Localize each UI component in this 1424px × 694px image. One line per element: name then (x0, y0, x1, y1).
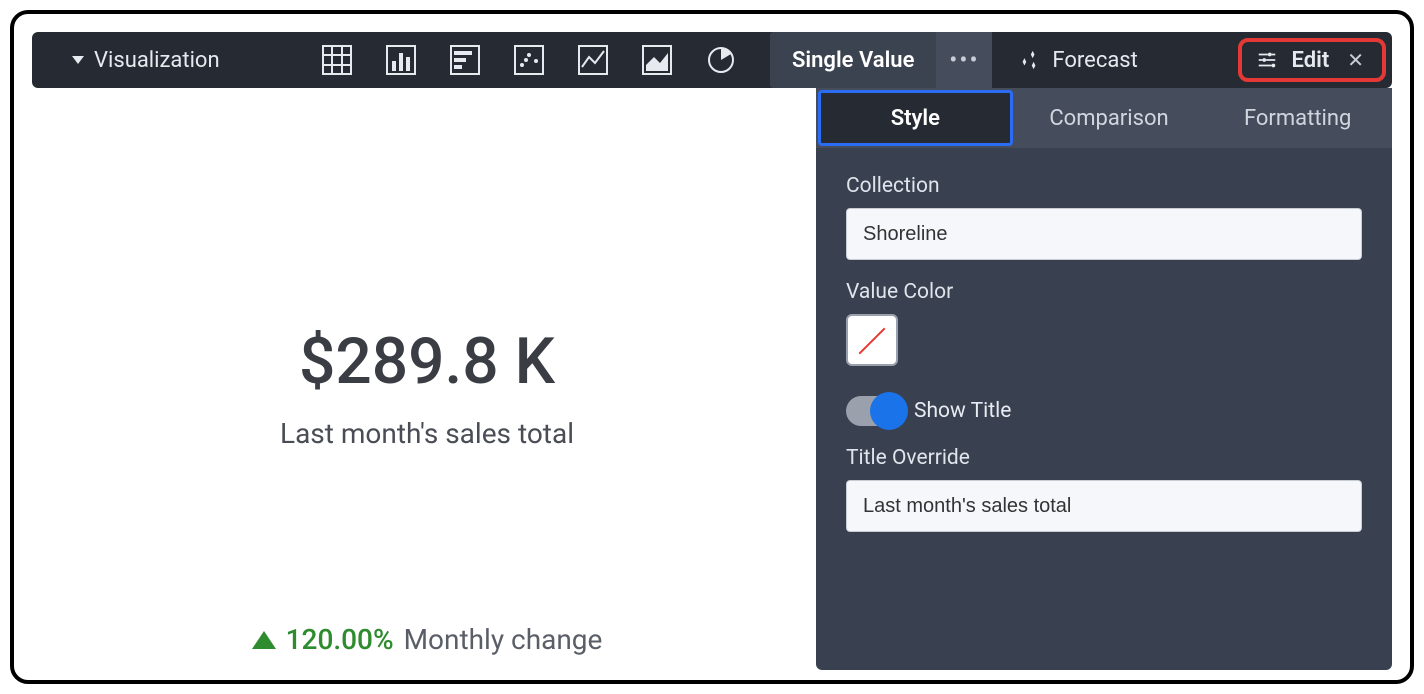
close-icon[interactable]: ✕ (1343, 48, 1368, 72)
bar-chart-icon[interactable] (450, 45, 480, 75)
value-color-group: Value Color (846, 280, 1362, 366)
show-title-row: Show Title (846, 396, 1362, 426)
viz-type-icons (312, 45, 736, 75)
tab-formatting[interactable]: Formatting (1203, 88, 1392, 148)
comparison-label: Monthly change (404, 623, 603, 656)
visualization-label: Visualization (94, 48, 220, 73)
ellipsis-icon: ••• (949, 46, 979, 74)
edit-label[interactable]: Edit (1292, 48, 1330, 73)
collection-label: Collection (846, 174, 1362, 198)
forecast-label: Forecast (1052, 48, 1137, 73)
title-override-label: Title Override (846, 446, 1362, 470)
sparkle-icon (1018, 49, 1040, 71)
value-color-label: Value Color (846, 280, 1362, 304)
panel-tabs: Style Comparison Formatting (816, 88, 1392, 148)
comparison-pct: 120.00% (286, 623, 394, 656)
table-icon[interactable] (322, 45, 352, 75)
area-chart-icon[interactable] (642, 45, 672, 75)
edit-button-group: Edit ✕ (1238, 38, 1386, 82)
pie-chart-icon[interactable] (706, 45, 736, 75)
active-viz-label: Single Value (792, 48, 914, 73)
visualization-toolbar: Visualization (32, 32, 1392, 88)
single-value-title: Last month's sales total (280, 417, 574, 450)
collection-input[interactable] (846, 208, 1362, 260)
forecast-button[interactable]: Forecast (992, 32, 1163, 88)
tune-icon[interactable] (1256, 49, 1278, 71)
show-title-label: Show Title (914, 399, 1011, 423)
more-viz-button[interactable]: ••• (936, 32, 992, 88)
title-override-input[interactable] (846, 480, 1362, 532)
visualization-dropdown[interactable]: Visualization (32, 48, 312, 73)
column-chart-icon[interactable] (386, 45, 416, 75)
edit-panel: Style Comparison Formatting Collection V… (816, 88, 1392, 670)
comparison-row: 120.00% Monthly change (252, 623, 603, 656)
active-viz-button[interactable]: Single Value (770, 32, 936, 88)
show-title-toggle[interactable] (846, 396, 904, 426)
scatter-chart-icon[interactable] (514, 45, 544, 75)
value-color-swatch[interactable] (846, 314, 898, 366)
tab-comparison[interactable]: Comparison (1015, 88, 1204, 148)
triangle-up-icon (252, 631, 276, 649)
visualization-canvas: $289.8 K Last month's sales total 120.00… (32, 104, 822, 670)
tab-style[interactable]: Style (818, 90, 1013, 146)
line-chart-icon[interactable] (578, 45, 608, 75)
collection-group: Collection (846, 174, 1362, 260)
title-override-group: Title Override (846, 446, 1362, 532)
single-value: $289.8 K (299, 324, 555, 399)
app-frame: Visualization (10, 10, 1414, 684)
panel-body: Collection Value Color Show Title Title … (816, 148, 1392, 558)
caret-down-icon (72, 56, 84, 64)
